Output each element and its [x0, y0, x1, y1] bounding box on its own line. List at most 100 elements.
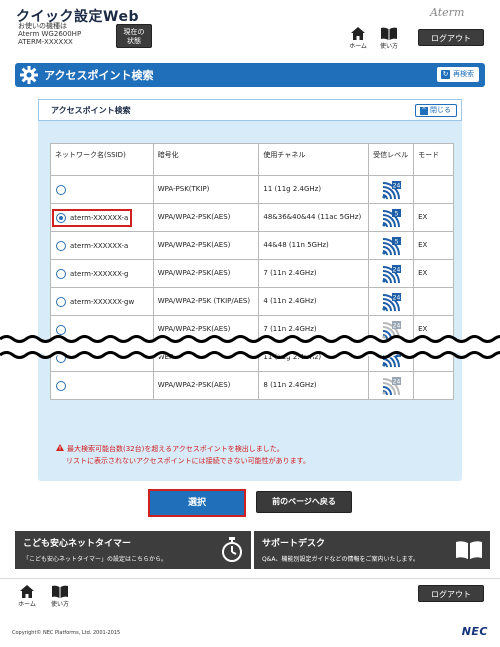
refresh-icon: ↻: [441, 70, 450, 79]
collapse-label: 閉じる: [430, 106, 451, 114]
device-model: Aterm WG2600HP: [18, 30, 82, 38]
selected-ssid-highlight: aterm-XXXXXX-a: [52, 208, 133, 227]
logout-button[interactable]: ログアウト: [418, 29, 484, 46]
ssid-radio[interactable]: [56, 184, 66, 195]
footer-home-button[interactable]: ホーム: [15, 585, 39, 611]
ssid-wrapper: aterm-XXXXXX-a: [55, 240, 129, 251]
ssid-cell: [50, 371, 154, 400]
table-row[interactable]: aterm-XXXXXX-a WPA/WPA2-PSK(AES) 48&36&40&…: [50, 203, 454, 232]
home-icon: [351, 27, 365, 40]
signal-strength-icon: 24: [382, 376, 402, 395]
band-label: 24: [393, 322, 401, 329]
ssid-radio[interactable]: [56, 240, 66, 251]
channel-cell: 7 (11n 2.4GHz): [258, 259, 370, 288]
footer-help-button[interactable]: 使い方: [48, 585, 72, 611]
panel-title: アクセスポイント検索: [51, 106, 131, 115]
band-label: 5: [395, 238, 399, 245]
band-label: 24: [393, 294, 401, 301]
help-label: 使い方: [379, 43, 398, 50]
encryption-cell: WPA-PSK(TKIP): [152, 175, 260, 204]
signal-cell: 24: [368, 287, 415, 316]
aterm-logo: Aterm: [430, 6, 465, 19]
signal-strength-icon: 24: [382, 264, 402, 283]
ssid-radio[interactable]: [56, 212, 66, 223]
table-row[interactable]: aterm-XXXXXX-g WPA/WPA2-PSK(AES) 7 (11n 2.…: [50, 259, 454, 288]
ssid-wrapper: [55, 184, 70, 195]
wave-break: [0, 335, 500, 359]
footer-home-label: ホーム: [18, 601, 36, 608]
warning-icon: [56, 444, 64, 451]
table-row[interactable]: aterm-XXXXXX-a WPA/WPA2-PSK(AES) 44&48 (11…: [50, 231, 454, 260]
signal-cell: 24: [368, 371, 415, 400]
collapse-button[interactable]: ^ 閉じる: [415, 104, 457, 117]
select-button[interactable]: 選択: [148, 489, 246, 517]
table-row[interactable]: WPA-PSK(TKIP) 11 (11g 2.4GHz) 24: [50, 175, 454, 204]
chevron-up-icon: ^: [420, 107, 428, 115]
section-header: アクセスポイント検索 ↻ 再検索: [15, 63, 485, 87]
signal-strength-icon: 5: [382, 236, 402, 255]
device-name: ATERM-XXXXXX: [18, 38, 73, 46]
back-button[interactable]: 前のページへ戻る: [256, 491, 352, 513]
table-row[interactable]: aterm-XXXXXX-gw WPA/WPA2-PSK (TKIP/AES) 4 …: [50, 287, 454, 316]
status-button-line2: 状態: [127, 37, 141, 45]
header-mode: モード: [413, 143, 454, 176]
ssid-label: aterm-XXXXXX-a: [70, 213, 129, 222]
book-icon: [52, 585, 68, 598]
copyright: Copyright© NEC Platforms, Ltd. 2001-2015: [12, 630, 121, 636]
ssid-cell: [50, 175, 154, 204]
footer-help-label: 使い方: [50, 601, 69, 608]
device-info-line: お使いの機種は: [18, 22, 67, 30]
ssid-cell: aterm-XXXXXX-gw: [50, 287, 154, 316]
ssid-label: aterm-XXXXXX-a: [70, 241, 129, 250]
signal-strength-icon: 24: [382, 180, 402, 199]
channel-cell: 4 (11n 2.4GHz): [258, 287, 370, 316]
nec-logo: NEC: [461, 625, 488, 638]
status-button-line1: 現在の: [123, 28, 145, 36]
ssid-label: aterm-XXXXXX-g: [70, 269, 129, 278]
ssid-wrapper: [55, 380, 70, 391]
warning-message: 最大検索可能台数(32台)を超えるアクセスポイントを検出しました。 リストに表示…: [56, 443, 310, 467]
gear-icon: [20, 66, 38, 84]
table-row[interactable]: WPA/WPA2-PSK(AES) 8 (11n 2.4GHz) 24: [50, 371, 454, 400]
channel-cell: 48&36&40&44 (11ac 5GHz): [258, 203, 370, 232]
home-icon: [20, 585, 34, 598]
help-button[interactable]: 使い方: [377, 27, 401, 53]
rescan-button[interactable]: ↻ 再検索: [437, 67, 479, 82]
encryption-cell: WPA/WPA2-PSK (TKIP/AES): [152, 287, 260, 316]
ssid-radio[interactable]: [56, 296, 66, 307]
ssid-label: aterm-XXXXXX-gw: [70, 297, 135, 306]
encryption-cell: WPA/WPA2-PSK(AES): [152, 203, 260, 232]
current-status-button[interactable]: 現在の 状態: [116, 24, 152, 48]
mode-cell: EX: [413, 259, 454, 288]
home-button[interactable]: ホーム: [346, 27, 370, 53]
signal-cell: 24: [368, 259, 415, 288]
support-desk-link[interactable]: サポートデスク Q&A、機能別設定ガイドなどの情報をご案内いたします。: [254, 531, 490, 569]
header-channel: 使用チャネル: [258, 143, 370, 176]
footer-divider: [0, 578, 500, 579]
band-label: 24: [393, 378, 401, 385]
ssid-radio[interactable]: [56, 268, 66, 279]
stopwatch-icon: [222, 537, 242, 562]
kids-timer-desc: 「こども安心ネットタイマー」の設定はこちらから。: [23, 556, 168, 563]
signal-strength-icon: 24: [382, 292, 402, 311]
table-header-row: ネットワーク名(SSID) 暗号化 使用チャネル 受信レベル モード: [50, 143, 454, 176]
kids-timer-link[interactable]: こども安心ネットタイマー 「こども安心ネットタイマー」の設定はこちらから。: [15, 531, 251, 569]
band-label: 24: [393, 266, 401, 273]
header-ssid: ネットワーク名(SSID): [50, 143, 154, 176]
support-desk-title: サポートデスク: [262, 539, 326, 549]
header: クイック設定Web お使いの機種は Aterm WG2600HP ATERM-X…: [0, 0, 500, 54]
header-signal: 受信レベル: [368, 143, 415, 176]
device-info: お使いの機種は Aterm WG2600HP ATERM-XXXXXX: [18, 22, 81, 46]
ssid-wrapper: aterm-XXXXXX-g: [55, 268, 129, 279]
signal-cell: 5: [368, 203, 415, 232]
panel-header: アクセスポイント検索 ^ 閉じる: [38, 99, 462, 121]
ssid-cell: aterm-XXXXXX-a: [50, 203, 154, 232]
ssid-cell: aterm-XXXXXX-g: [50, 259, 154, 288]
support-desk-desc: Q&A、機能別設定ガイドなどの情報をご案内いたします。: [262, 556, 419, 563]
footer-logout-button[interactable]: ログアウト: [418, 585, 484, 602]
ssid-radio[interactable]: [56, 380, 66, 391]
mode-cell: [413, 371, 454, 400]
rescan-label: 再検索: [453, 70, 474, 78]
channel-cell: 44&48 (11n 5GHz): [258, 231, 370, 260]
warning-line1: 最大検索可能台数(32台)を超えるアクセスポイントを検出しました。: [67, 445, 284, 453]
